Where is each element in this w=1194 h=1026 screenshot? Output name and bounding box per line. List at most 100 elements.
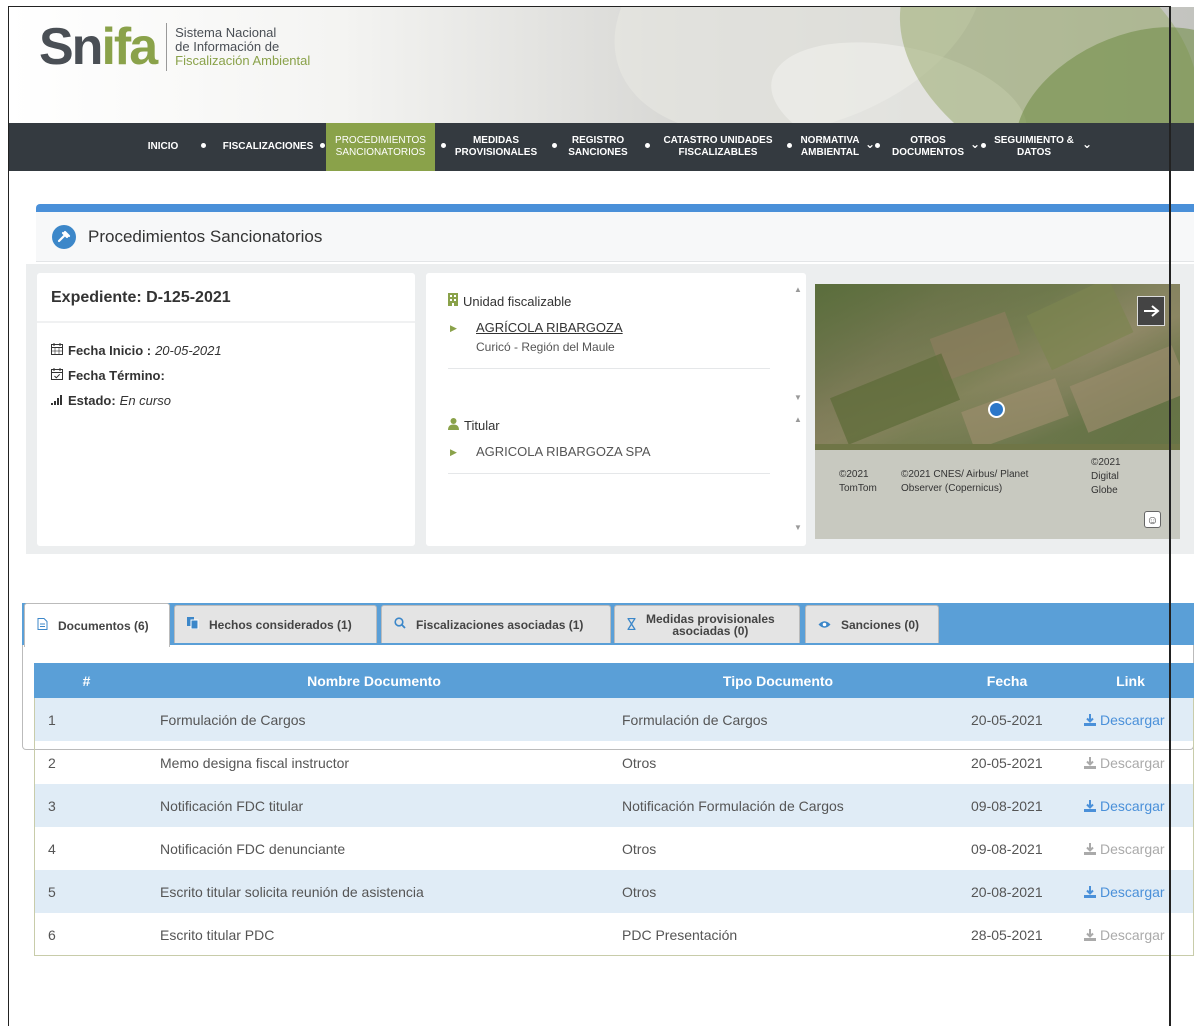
column-header[interactable]: Tipo Documento: [609, 663, 947, 698]
nav-bullet: [787, 143, 792, 148]
scroll-down-icon[interactable]: ▼: [794, 393, 802, 402]
download-link[interactable]: Descargar: [1084, 798, 1165, 814]
cell-nombre: Notificación FDC denunciante: [160, 840, 346, 857]
titular-name: AGRICOLA RIBARGOZA SPA: [476, 444, 651, 459]
column-header[interactable]: Link: [1067, 663, 1194, 698]
tab-fiscalizaciones[interactable]: Fiscalizaciones asociadas (1): [381, 605, 611, 643]
satellite-map[interactable]: ©2021 TomTom ©2021 CNES/ Airbus/ Planet Ob…: [815, 284, 1180, 539]
gavel-icon: [52, 224, 76, 249]
cell-tipo: Otros: [622, 883, 657, 900]
table-header: # Nombre Documento Tipo Documento Fecha …: [34, 663, 1194, 698]
download-label: Descargar: [1100, 797, 1165, 814]
nav-bullet: [981, 143, 986, 148]
nav-bullet: [875, 143, 880, 148]
nav-item-normativa[interactable]: NORMATIVA AMBIENTAL: [795, 123, 865, 171]
chevron-down-icon[interactable]: ⌄: [865, 137, 875, 151]
expediente-title: Expediente: D-125-2021: [51, 289, 231, 306]
cell-tipo: Otros: [622, 754, 657, 771]
cell-link: Descargar: [1084, 913, 1165, 956]
cell-link: Descargar: [1084, 827, 1165, 870]
search-icon: [394, 617, 406, 632]
tab-sanciones[interactable]: Sanciones (0): [805, 605, 939, 643]
nav-item-otros[interactable]: OTROS DOCUMENTOS: [883, 123, 973, 171]
cell-tipo: Otros: [622, 840, 657, 857]
cell-nombre: Escrito titular solicita reunión de asis…: [160, 883, 424, 900]
cell-number: 3: [48, 797, 56, 814]
main-nav: INICIO FISCALIZACIONES PROCEDIMIENTOS SA…: [9, 123, 1194, 171]
tab-medidas[interactable]: Medidas provisionales asociadas (0): [614, 605, 800, 643]
logo-divider: [166, 23, 168, 71]
column-header[interactable]: Fecha: [947, 663, 1067, 698]
cell-number: 4: [48, 840, 56, 857]
document-icon: [37, 618, 48, 633]
location-marker[interactable]: [988, 401, 1005, 418]
download-link[interactable]: Descargar: [1084, 884, 1165, 900]
cell-link: Descargar: [1084, 784, 1165, 827]
download-label: Descargar: [1100, 840, 1165, 857]
unidad-label: Unidad fiscalizable: [448, 293, 571, 309]
titular-label: Titular: [448, 418, 500, 433]
cell-nombre: Memo designa fiscal instructor: [160, 754, 350, 771]
caret-right-icon: ▶: [450, 447, 457, 457]
cell-number: 5: [48, 883, 56, 900]
scroll-up-icon[interactable]: ▲: [794, 285, 802, 294]
cell-number: 6: [48, 926, 56, 943]
cell-tipo: PDC Presentación: [622, 926, 738, 943]
calendar-icon: [51, 343, 65, 358]
tab-documentos[interactable]: Documentos (6): [24, 603, 170, 647]
building-icon: [448, 293, 458, 309]
download-label: Descargar: [1100, 883, 1165, 900]
download-link[interactable]: Descargar: [1084, 712, 1165, 728]
cell-link: Descargar: [1084, 741, 1165, 784]
cell-nombre: Escrito titular PDC: [160, 926, 275, 943]
download-icon: [1084, 713, 1096, 726]
chevron-down-icon[interactable]: ⌄: [1082, 137, 1092, 151]
column-header[interactable]: Nombre Documento: [139, 663, 609, 698]
divider: [448, 473, 770, 474]
eye-icon: [818, 618, 831, 632]
fecha-termino-row: Fecha Término:: [51, 368, 169, 383]
download-link: Descargar: [1084, 927, 1165, 943]
cell-fecha: 09-08-2021: [971, 840, 1043, 857]
fecha-inicio-row: Fecha Inicio :20-05-2021: [51, 343, 222, 358]
scrollbar[interactable]: ▲ ▼ ▲ ▼: [792, 285, 804, 535]
snifa-logo[interactable]: Snifa Sistema Nacional de Información de…: [39, 21, 310, 73]
cell-tipo: Formulación de Cargos: [622, 711, 768, 728]
scroll-up-icon[interactable]: ▲: [794, 415, 802, 424]
table-row: 3 Notificación FDC titular Notificación Fo…: [34, 784, 1194, 827]
nav-bullet: [645, 143, 650, 148]
nav-item-catastro[interactable]: CATASTRO UNIDADES FISCALIZABLES: [654, 123, 782, 171]
nav-item-seguimiento[interactable]: SEGUIMIENTO & DATOS: [989, 123, 1079, 171]
calendar-check-icon: [51, 368, 65, 383]
chevron-down-icon[interactable]: ⌄: [970, 137, 980, 151]
download-label: Descargar: [1100, 711, 1165, 728]
nav-item-procedimientos[interactable]: PROCEDIMIENTOS SANCIONATORIOS: [326, 123, 435, 171]
unidad-link[interactable]: AGRÍCOLA RIBARGOZA: [476, 320, 623, 335]
table-row: 5 Escrito titular solicita reunión de asi…: [34, 870, 1194, 913]
feedback-icon[interactable]: ☺: [1144, 511, 1161, 528]
cell-number: 2: [48, 754, 56, 771]
download-icon: [1084, 756, 1096, 769]
download-label: Descargar: [1100, 754, 1165, 771]
download-icon: [1084, 842, 1096, 855]
unidad-scroll-area[interactable]: Unidad fiscalizable ▶ AGRÍCOLA RIBARGOZA…: [436, 283, 806, 536]
nav-item-registro[interactable]: REGISTRO SANCIONES: [561, 123, 635, 171]
nav-item-fiscalizaciones[interactable]: FISCALIZACIONES: [216, 123, 320, 171]
expediente-card: Expediente: D-125-2021 Fecha Inicio :20-…: [37, 273, 415, 546]
divider: [37, 321, 415, 323]
cell-fecha: 20-05-2021: [971, 711, 1043, 728]
column-header[interactable]: #: [34, 663, 139, 698]
map-toggle-button[interactable]: [1137, 296, 1165, 326]
nav-item-inicio[interactable]: INICIO: [140, 123, 186, 171]
tab-hechos[interactable]: Hechos considerados (1): [174, 605, 377, 643]
estado-row: Estado: En curso: [51, 393, 171, 408]
scroll-down-icon[interactable]: ▼: [794, 523, 802, 532]
download-link: Descargar: [1084, 755, 1165, 771]
cell-fecha: 28-05-2021: [971, 926, 1043, 943]
table-row: 1 Formulación de Cargos Formulación de Car…: [34, 698, 1194, 741]
nav-item-medidas[interactable]: MEDIDAS PROVISIONALES: [446, 123, 546, 171]
map-attribution: ©2021 Digital Globe: [1091, 457, 1121, 496]
logo-wordmark: Snifa: [39, 18, 158, 76]
download-icon: [1084, 885, 1096, 898]
cell-nombre: Formulación de Cargos: [160, 711, 306, 728]
